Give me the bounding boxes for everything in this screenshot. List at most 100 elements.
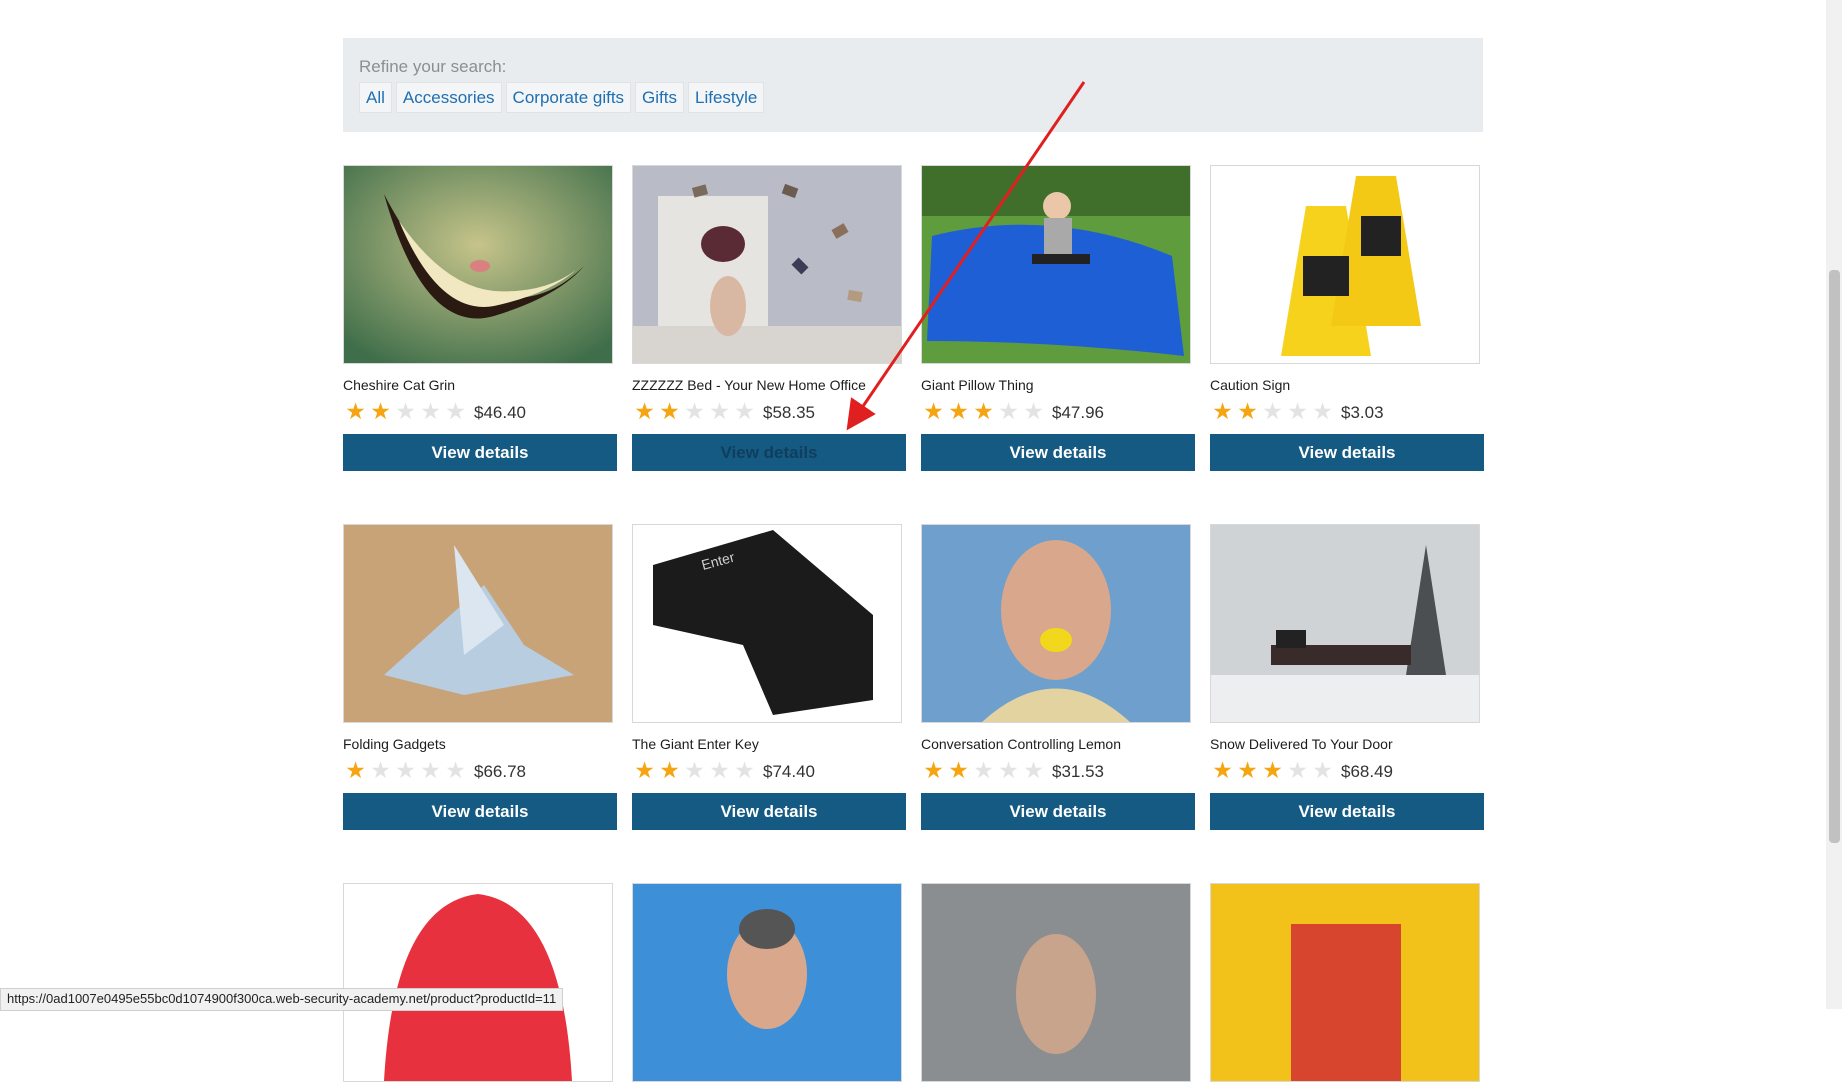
view-details-button[interactable]: View details xyxy=(921,793,1195,830)
star-icon: ★ xyxy=(734,756,755,783)
product-image-caution-sign[interactable] xyxy=(1210,165,1480,364)
product-image-inflatable[interactable] xyxy=(1210,883,1480,1082)
view-details-button[interactable]: View details xyxy=(632,793,906,830)
star-icon: ★ xyxy=(709,756,730,783)
star-icon: ★ xyxy=(684,756,705,783)
view-details-button[interactable]: View details xyxy=(921,434,1195,471)
star-icon: ★ xyxy=(973,756,994,783)
refine-search-label: Refine your search: xyxy=(359,57,507,76)
star-icon: ★ xyxy=(1287,756,1308,783)
product-price: $46.40 xyxy=(474,402,526,422)
product-rating: ★ ★ ★ ★ ★ $31.53 xyxy=(921,758,1195,782)
star-icon: ★ xyxy=(445,397,466,424)
product-card: ZZZZZZ Bed - Your New Home Office ★ ★ ★ … xyxy=(632,165,906,471)
star-icon: ★ xyxy=(370,397,391,424)
star-icon: ★ xyxy=(998,397,1019,424)
product-price: $66.78 xyxy=(474,761,526,781)
product-card xyxy=(921,883,1195,1082)
product-name: Folding Gadgets xyxy=(343,736,446,752)
view-details-button[interactable]: View details xyxy=(343,434,617,471)
star-icon: ★ xyxy=(1237,756,1258,783)
product-name: The Giant Enter Key xyxy=(632,736,759,752)
product-image-conversation-controlling-lemon[interactable] xyxy=(921,524,1191,723)
star-icon: ★ xyxy=(395,756,416,783)
view-details-button[interactable]: View details xyxy=(632,434,906,471)
product-name: ZZZZZZ Bed - Your New Home Office xyxy=(632,377,866,393)
product-name: Cheshire Cat Grin xyxy=(343,377,456,393)
annotation-arrow xyxy=(846,81,1086,431)
product-name: Conversation Controlling Lemon xyxy=(921,736,1121,752)
filter-all[interactable]: All xyxy=(359,82,392,113)
star-icon: ★ xyxy=(659,397,680,424)
product-rating: ★ ★ ★ ★ ★ $58.35 xyxy=(632,399,906,423)
product-price: $47.96 xyxy=(1052,402,1104,422)
product-rating: ★ ★ ★ ★ ★ $46.40 xyxy=(343,399,617,423)
product-image-folding-gadgets[interactable] xyxy=(343,524,613,723)
product-price: $3.03 xyxy=(1341,402,1384,422)
product-image-snow-delivered[interactable] xyxy=(1210,524,1480,723)
category-filters: All Accessories Corporate gifts Gifts Li… xyxy=(359,82,765,113)
product-rating: ★ ★ ★ ★ ★ $66.78 xyxy=(343,758,617,782)
star-icon: ★ xyxy=(1237,397,1258,424)
product-image-giant-pillow-thing[interactable] xyxy=(921,165,1191,364)
star-icon: ★ xyxy=(1212,756,1233,783)
product-card: Caution Sign ★ ★ ★ ★ ★ $3.03 View detail… xyxy=(1210,165,1484,471)
star-icon: ★ xyxy=(998,756,1019,783)
star-icon: ★ xyxy=(948,397,969,424)
view-details-button[interactable]: View details xyxy=(1210,793,1484,830)
view-details-button[interactable]: View details xyxy=(1210,434,1484,471)
product-image-umbrella[interactable] xyxy=(343,883,613,1082)
product-image-cheshire-cat-grin[interactable] xyxy=(343,165,613,364)
star-icon: ★ xyxy=(923,397,944,424)
star-icon: ★ xyxy=(345,397,366,424)
product-name: Caution Sign xyxy=(1210,377,1291,393)
product-image-water-splash[interactable] xyxy=(921,883,1191,1082)
star-icon: ★ xyxy=(1287,397,1308,424)
star-icon: ★ xyxy=(370,756,391,783)
product-price: $58.35 xyxy=(763,402,815,422)
star-icon: ★ xyxy=(1312,397,1333,424)
star-icon: ★ xyxy=(709,397,730,424)
product-card xyxy=(1210,883,1484,1082)
star-icon: ★ xyxy=(1212,397,1233,424)
product-card: Giant Pillow Thing ★ ★ ★ ★ ★ $47.96 View… xyxy=(921,165,1195,471)
product-rating: ★ ★ ★ ★ ★ $74.40 xyxy=(632,758,906,782)
filter-gifts[interactable]: Gifts xyxy=(635,82,684,113)
product-card: Snow Delivered To Your Door ★ ★ ★ ★ ★ $6… xyxy=(1210,524,1484,830)
product-image-zzzzzz-bed[interactable] xyxy=(632,165,902,364)
star-icon: ★ xyxy=(1023,397,1044,424)
refine-search-panel: Refine your search: All Accessories Corp… xyxy=(343,38,1483,132)
product-rating: ★ ★ ★ ★ ★ $47.96 xyxy=(921,399,1195,423)
star-icon: ★ xyxy=(923,756,944,783)
product-card xyxy=(343,883,617,1082)
filter-accessories[interactable]: Accessories xyxy=(395,82,502,113)
product-price: $68.49 xyxy=(1341,761,1393,781)
product-price: $31.53 xyxy=(1052,761,1104,781)
star-icon: ★ xyxy=(948,756,969,783)
product-card: Folding Gadgets ★ ★ ★ ★ ★ $66.78 View de… xyxy=(343,524,617,830)
star-icon: ★ xyxy=(634,756,655,783)
product-image-skydiving[interactable] xyxy=(632,883,902,1082)
scrollbar-thumb[interactable] xyxy=(1829,270,1840,843)
star-icon: ★ xyxy=(734,397,755,424)
star-icon: ★ xyxy=(659,756,680,783)
product-card: Conversation Controlling Lemon ★ ★ ★ ★ ★… xyxy=(921,524,1195,830)
star-icon: ★ xyxy=(395,397,416,424)
product-image-giant-enter-key[interactable]: Enter xyxy=(632,524,902,723)
link-status-bar: https://0ad1007e0495e55bc0d1074900f300ca… xyxy=(0,988,564,1011)
star-icon: ★ xyxy=(1023,756,1044,783)
star-icon: ★ xyxy=(684,397,705,424)
star-icon: ★ xyxy=(1262,397,1283,424)
star-icon: ★ xyxy=(420,397,441,424)
star-icon: ★ xyxy=(345,756,366,783)
star-icon: ★ xyxy=(1262,756,1283,783)
star-icon: ★ xyxy=(445,756,466,783)
view-details-button[interactable]: View details xyxy=(343,793,617,830)
product-name: Snow Delivered To Your Door xyxy=(1210,736,1393,752)
filter-corporate-gifts[interactable]: Corporate gifts xyxy=(505,82,632,113)
star-icon: ★ xyxy=(634,397,655,424)
filter-lifestyle[interactable]: Lifestyle xyxy=(688,82,765,113)
product-rating: ★ ★ ★ ★ ★ $68.49 xyxy=(1210,758,1484,782)
product-price: $74.40 xyxy=(763,761,815,781)
product-name: Giant Pillow Thing xyxy=(921,377,1034,393)
